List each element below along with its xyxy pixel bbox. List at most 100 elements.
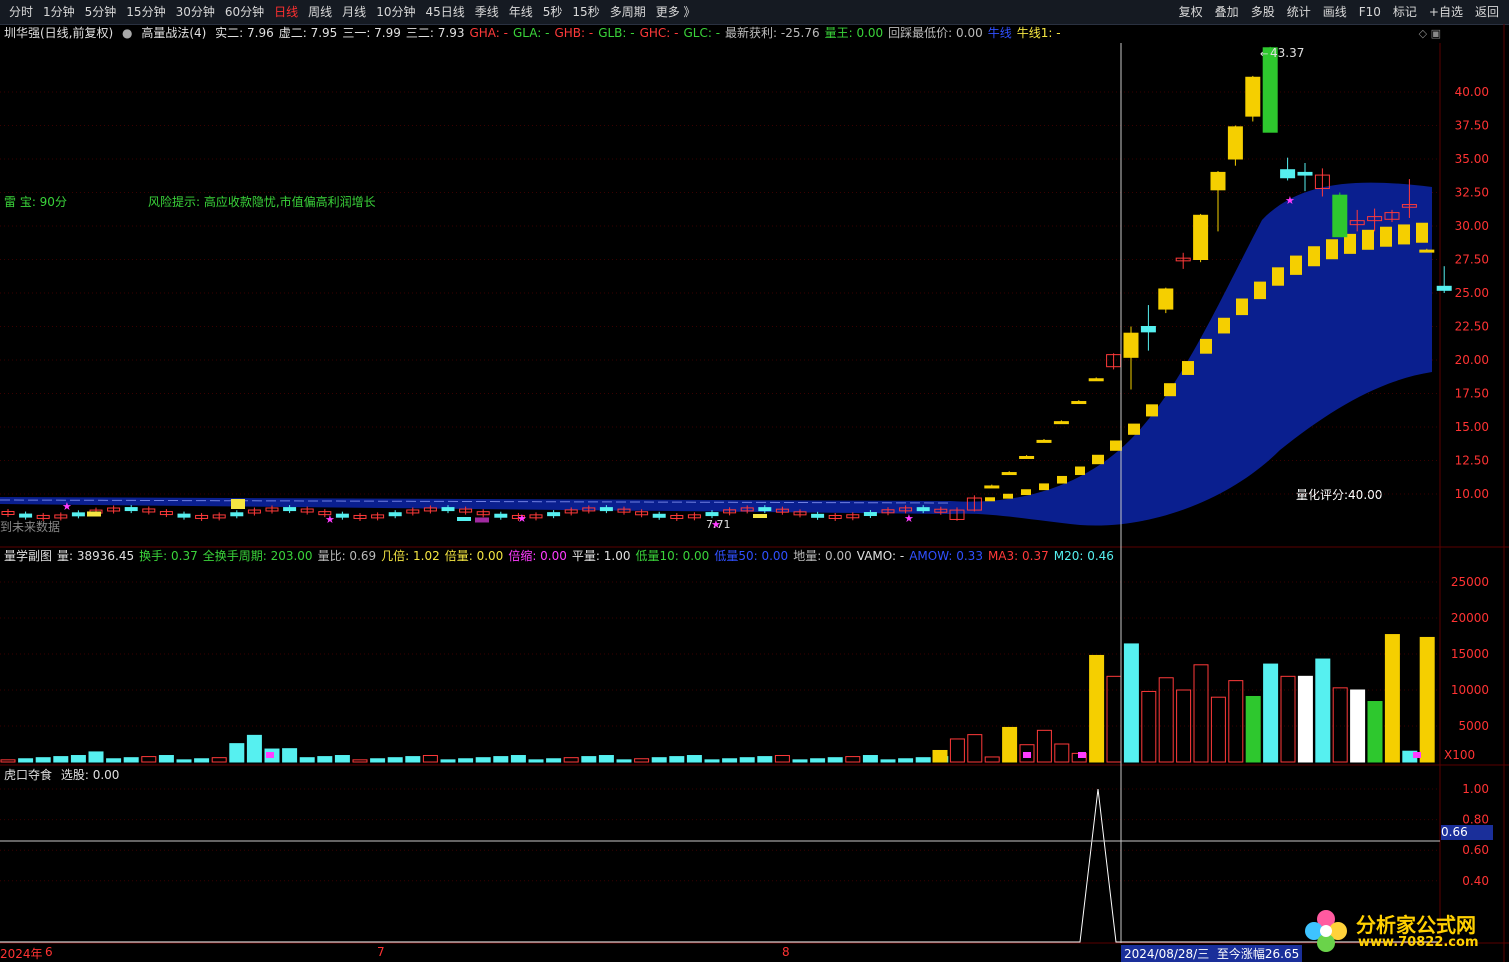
volume-bar xyxy=(1002,726,1018,763)
candle-body xyxy=(1193,214,1209,260)
trend-segment xyxy=(1290,255,1302,275)
kline-chart[interactable]: ★★ ★ ★ ★7.7143.37←★ 40.0037.5035.0032.5030.… xyxy=(0,0,1509,962)
indicator-value: 几倍: 1.02 xyxy=(381,549,440,563)
candle-body xyxy=(758,507,772,512)
volume-bar xyxy=(70,755,86,763)
volume-bar xyxy=(405,756,421,763)
indicator-value: 全换手周期: 203.00 xyxy=(202,549,313,563)
axis-tick-label: 15000 xyxy=(1451,647,1489,661)
trend-segment xyxy=(1075,466,1085,476)
volume-bar xyxy=(581,756,597,763)
volume-marker xyxy=(1078,752,1086,758)
volume-bar xyxy=(1419,636,1435,763)
volume-bar xyxy=(1332,687,1348,763)
sub-select-value: 选股: 0.00 xyxy=(60,768,120,782)
indicator-value: M20: 0.46 xyxy=(1053,549,1114,563)
trend-segment xyxy=(1380,226,1392,247)
indicator-value: 倍量: 0.00 xyxy=(444,549,504,563)
indicator-value: 量学副图 xyxy=(4,549,53,563)
axis-tick-label: 25.00 xyxy=(1455,286,1489,300)
trend-segment xyxy=(1039,483,1049,491)
volume-marker xyxy=(266,752,274,758)
volume-bar xyxy=(1106,675,1122,763)
indicator-value: 低量10: 0.00 xyxy=(635,549,710,563)
trend-segment xyxy=(1021,489,1031,496)
volume-bar xyxy=(88,751,104,763)
flower-logo-icon xyxy=(1305,910,1347,952)
candle-body xyxy=(1210,171,1226,191)
volume-bar xyxy=(827,757,843,763)
axis-tick-label: 27.50 xyxy=(1455,253,1489,267)
volume-bar xyxy=(845,756,861,763)
volume-bar xyxy=(211,757,227,763)
volume-bar xyxy=(880,759,896,763)
date-axis: 2024年 6 7 8 2024/08/28/三 至今涨幅26.65 xyxy=(0,945,1509,962)
candle-body xyxy=(916,507,930,512)
volume-bar xyxy=(1036,729,1052,763)
volume-bar xyxy=(1054,743,1070,763)
volume-bar xyxy=(757,756,773,763)
crosshair-value: 0.66 xyxy=(1441,825,1493,840)
candle-body xyxy=(124,507,138,512)
volume-bar xyxy=(440,759,456,763)
low-price-label: 7.71 xyxy=(706,518,731,531)
trend-segment xyxy=(1218,317,1230,334)
volume-bar xyxy=(53,756,69,763)
volume-bar xyxy=(563,757,579,763)
candle-body xyxy=(1227,126,1243,160)
axis-tick-label: 40.00 xyxy=(1455,85,1489,99)
candle-body xyxy=(984,485,1000,489)
axis-tick-label: 10.00 xyxy=(1455,487,1489,501)
blue-band xyxy=(0,182,1432,526)
trend-segment xyxy=(1236,298,1248,316)
volume-bar xyxy=(141,756,157,763)
trend-segment xyxy=(1146,404,1158,417)
volume-bar xyxy=(0,759,16,763)
signal-star-icon: ★ xyxy=(62,500,72,513)
candle-body xyxy=(231,499,245,509)
volume-bar xyxy=(334,755,350,763)
axis-tick-label: 0.40 xyxy=(1462,874,1489,888)
high-arrow-icon: ← xyxy=(1260,49,1268,60)
candle-body xyxy=(1123,332,1139,358)
axis-tick-label: 10000 xyxy=(1451,683,1489,697)
candle-body xyxy=(388,512,402,517)
candle-body xyxy=(335,513,349,518)
candle-body xyxy=(1262,47,1278,133)
sub-title[interactable]: 虎口夺食 xyxy=(4,768,52,782)
axis-tick-label: 1.00 xyxy=(1462,782,1489,796)
volume-bar xyxy=(915,757,931,763)
axis-tick-label: 37.50 xyxy=(1455,119,1489,133)
indicator-value: 地量: 0.00 xyxy=(793,549,852,563)
volume-bar xyxy=(370,758,386,763)
volume-bar xyxy=(317,756,333,763)
volume-bar xyxy=(704,759,720,763)
signal-star-icon: ★ xyxy=(904,512,914,525)
trend-segment xyxy=(1164,383,1176,397)
volume-bar xyxy=(282,748,298,763)
volume-bar xyxy=(1123,643,1139,763)
candle-body xyxy=(1088,378,1104,382)
band-area xyxy=(0,182,1432,526)
volume-bar xyxy=(1245,695,1261,763)
volume-bars xyxy=(0,634,1435,763)
signal-star-icon: ★ xyxy=(1285,194,1295,207)
volume-bar xyxy=(634,758,650,763)
volume-bar xyxy=(475,757,491,763)
volume-bar xyxy=(18,758,34,763)
volume-bar xyxy=(1350,689,1366,763)
candle-body xyxy=(1019,455,1035,459)
candle-body xyxy=(811,513,825,518)
trend-segment xyxy=(1092,454,1104,465)
volume-bar xyxy=(967,734,983,763)
candle-body xyxy=(177,513,191,518)
volume-bar xyxy=(106,758,122,763)
candle-body xyxy=(1297,171,1313,176)
candle-body xyxy=(475,517,489,523)
volume-bar xyxy=(984,756,1000,763)
volume-bar xyxy=(949,738,965,763)
trend-segment xyxy=(1200,338,1212,354)
volume-bar xyxy=(229,743,245,763)
candle-body xyxy=(863,512,877,517)
signal-star-icon: ★ xyxy=(325,513,335,526)
